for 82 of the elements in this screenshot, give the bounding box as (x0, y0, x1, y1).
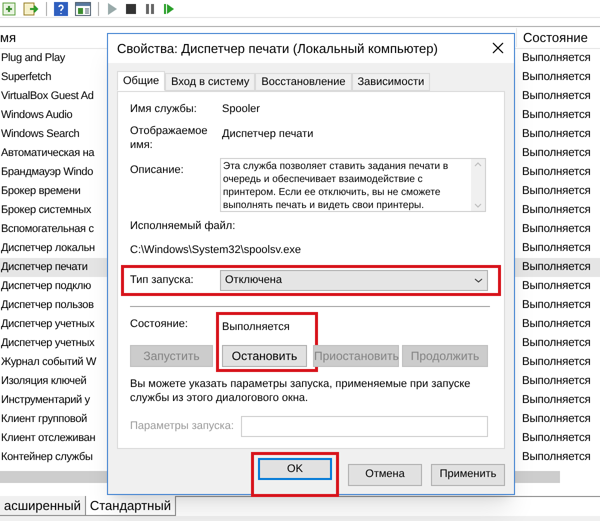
tab[interactable]: Зависимости (352, 72, 430, 91)
service-name: Plug and Play (0, 51, 65, 66)
service-name: Диспетчер локальн (0, 241, 95, 256)
service-status: Выполняется (522, 260, 592, 275)
service-status: Выполняется (522, 316, 592, 332)
help-icon[interactable] (54, 2, 68, 16)
service-name: Брокер времени (0, 184, 80, 200)
stop-icon[interactable] (125, 2, 137, 16)
dialog-button[interactable]: OK (258, 458, 332, 480)
service-name: Вспомогательная с (0, 222, 94, 238)
service-name: Диспетчер учетных (0, 317, 94, 332)
tab[interactable]: Вход в систему (165, 72, 256, 91)
service-status: Выполняется (522, 222, 592, 237)
close-icon[interactable] (492, 42, 504, 54)
description-text: Эта служба позволяет ставить задания печати в очередь и обеспечивает взаимодействие с принтером. Если ее отключить, вы не сможете выполнять печать и видеть свои принтеры. (222, 160, 450, 211)
status-value: Выполняется (222, 320, 291, 335)
service-name: Журнал событий W (0, 355, 96, 370)
service-status: Выполняется (522, 108, 592, 123)
service-status: Выполняется (522, 450, 592, 465)
service-name: Брокер системных (0, 203, 92, 218)
window-icon[interactable] (75, 2, 91, 16)
service-name: Клиент отслеживан (0, 431, 96, 446)
service-status: Выполняется (522, 70, 592, 85)
service-name: Инструментарий у (0, 393, 90, 408)
field-label: Тип запуска: (130, 273, 195, 288)
tab[interactable]: Восстановление (255, 72, 352, 91)
dialog-button[interactable]: Применить (431, 464, 505, 486)
service-status: Выполняется (522, 278, 592, 294)
dialog-button[interactable]: Отмена (348, 464, 422, 486)
service-name: Windows Search (0, 127, 80, 142)
service-status: Выполняется (522, 164, 592, 180)
startup-type-dropdown[interactable]: Отключена (220, 270, 488, 291)
service-name: Автоматическая на (0, 146, 94, 162)
service-status: Выполняется (522, 430, 592, 446)
service-status: Выполняется (522, 146, 592, 161)
service-name: Superfetch (0, 70, 52, 86)
service-status: Выполняется (522, 240, 592, 256)
pause-icon[interactable] (144, 2, 156, 16)
file-path: C:\Windows\System32\spoolsv.exe (130, 243, 302, 258)
service-name: Брандмауэр Windo (0, 165, 94, 180)
service-status: Выполняется (522, 202, 592, 218)
service-button[interactable]: Остановить (222, 345, 307, 368)
hint-text: Вы можете указать параметры запуска, применяемые при запуске службы из этого диалогового окна. (130, 377, 472, 406)
field-value: Диспетчер печати (222, 126, 314, 142)
field-label: Исполняемый файл: (130, 218, 236, 234)
service-name: Диспетчер подклю (0, 279, 91, 294)
field-label: Параметры запуска: (130, 419, 235, 434)
field-label: Имя службы: (130, 102, 198, 117)
service-status: Выполняется (522, 392, 592, 408)
field-label: Отображаемое имя: (130, 124, 209, 152)
service-status: Выполняется (522, 336, 592, 351)
service-status: Выполняется (522, 126, 592, 142)
service-status: Выполняется (522, 88, 592, 104)
service-name: Диспетчер пользов (0, 298, 94, 314)
view-tab[interactable]: Стандартный (86, 496, 176, 516)
window-title: Свойства: Диспетчер печати (Локальный компьютер) (117, 40, 438, 58)
service-name: Клиент групповой (0, 412, 87, 428)
service-status: Выполняется (522, 412, 592, 427)
service-name: Изоляция ключей (0, 374, 86, 390)
tab[interactable]: Общие (117, 70, 166, 91)
column-header[interactable]: Состояние (516, 28, 600, 48)
chevron-down-icon (474, 278, 483, 283)
field-value: Spooler (222, 102, 260, 117)
service-status: Выполняется (522, 354, 592, 370)
service-name: Windows Audio (0, 108, 72, 124)
service-status: Выполняется (522, 50, 592, 66)
service-name: VirtualBox Guest Ad (0, 89, 94, 104)
service-status: Выполняется (522, 374, 592, 389)
service-name: Диспетчер печати (0, 260, 88, 276)
service-status: Выполняется (522, 298, 592, 313)
field-label: Описание: (130, 162, 185, 178)
description-box[interactable]: Эта служба позволяет ставить задания печати в очередь и обеспечивает взаимодействие с принтером. Если ее отключить, вы не сможете выполнять печать и видеть свои принтеры. (220, 158, 486, 212)
restart-icon[interactable] (163, 2, 175, 16)
column-header[interactable]: мя (0, 28, 16, 48)
view-tab[interactable]: асширенный (0, 496, 86, 516)
play-icon[interactable] (106, 2, 118, 16)
service-name: Контейнер службы (0, 450, 93, 466)
add-icon[interactable] (2, 2, 16, 16)
field-label: Состояние: (130, 316, 189, 332)
service-status: Выполняется (522, 184, 592, 199)
export-icon[interactable] (23, 2, 39, 16)
service-name: Диспетчер учетных (0, 336, 94, 352)
